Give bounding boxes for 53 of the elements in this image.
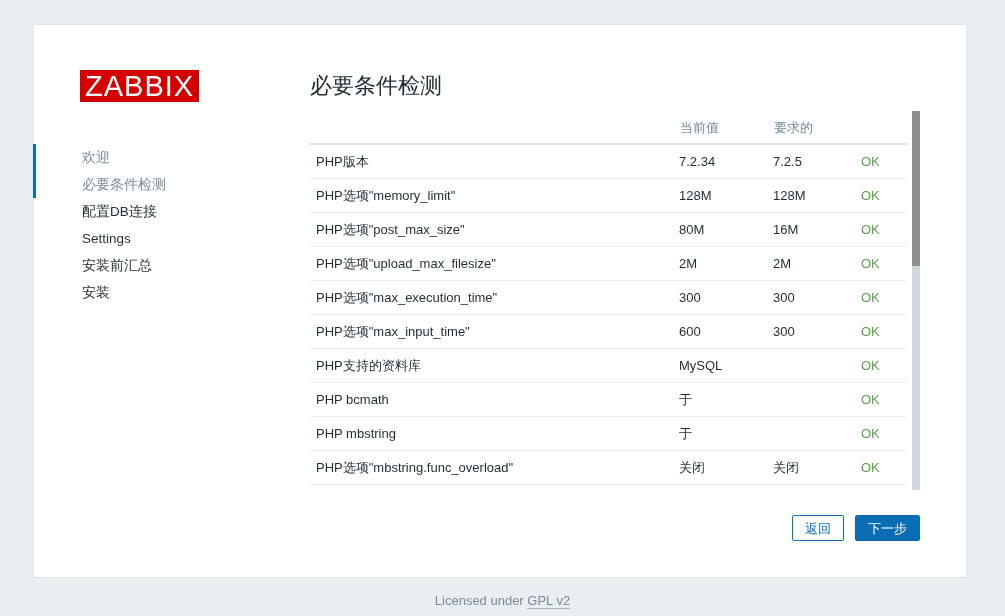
status-cell: OK (861, 178, 907, 213)
status-cell: OK (861, 212, 907, 247)
table-cell: 300 (773, 314, 861, 349)
table-cell: 300 (773, 280, 861, 315)
back-button[interactable]: 返回 (792, 515, 844, 542)
step-item: 欢迎 (33, 144, 310, 171)
table-cell: 300 (679, 280, 773, 315)
table-cell: 2M (679, 246, 773, 281)
table-cell: PHP选项"mbstring.func_overload" (310, 450, 679, 485)
step-item: 安装 (81, 284, 111, 302)
license-link[interactable]: GPL v2 (527, 593, 571, 609)
table-cell: PHP版本 (310, 144, 679, 179)
table-cell: PHP选项"max_execution_time" (310, 280, 679, 315)
table-cell: 关闭 (773, 450, 861, 485)
table-cell: PHP选项"memory_limit" (310, 178, 679, 213)
step-item: Settings (81, 230, 132, 248)
logo: ZABBIX (80, 70, 200, 102)
status-cell: OK (861, 382, 907, 417)
step-item: 必要条件检测 (33, 171, 310, 198)
table-cell: PHP选项"max_input_time" (310, 314, 679, 349)
table-cell: PHP支持的资料库 (310, 348, 679, 383)
scrollbar-thumb[interactable] (912, 111, 920, 267)
status-cell: OK (861, 416, 907, 451)
table-cell: PHP选项"upload_max_filesize" (310, 246, 679, 281)
table-cell: 128M (773, 178, 861, 213)
status-cell: OK (861, 280, 907, 315)
step-item: 配置DB连接 (81, 203, 158, 221)
table-cell: 于 (679, 416, 773, 451)
table-cell: 关闭 (679, 450, 773, 485)
status-cell: OK (861, 348, 907, 383)
table-cell: 80M (679, 212, 773, 247)
table-cell: 于 (679, 382, 773, 417)
status-cell: OK (861, 450, 907, 485)
table-cell: PHP bcmath (310, 382, 679, 417)
next-button[interactable]: 下一步 (855, 515, 920, 542)
step-item: 安装前汇总 (81, 257, 153, 275)
page-title: 必要条件检测 (310, 73, 443, 100)
status-cell: OK (861, 314, 907, 349)
table-cell: PHP mbstring (310, 416, 679, 451)
table-cell: 7.2.5 (773, 144, 861, 179)
table-cell: 2M (773, 246, 861, 281)
table-cell: 600 (679, 314, 773, 349)
column-header: 要求的 (773, 111, 861, 145)
table-cell: 128M (679, 178, 773, 213)
table-cell: MySQL (679, 348, 773, 383)
column-header: 当前值 (679, 111, 773, 145)
license-text: Licensed under (434, 593, 524, 608)
table-cell: 16M (773, 212, 861, 247)
table-cell: PHP选项"post_max_size" (310, 212, 679, 247)
status-cell: OK (861, 246, 907, 281)
scrollbar[interactable] (912, 111, 920, 491)
status-cell: OK (861, 144, 907, 179)
table-cell: 7.2.34 (679, 144, 773, 179)
